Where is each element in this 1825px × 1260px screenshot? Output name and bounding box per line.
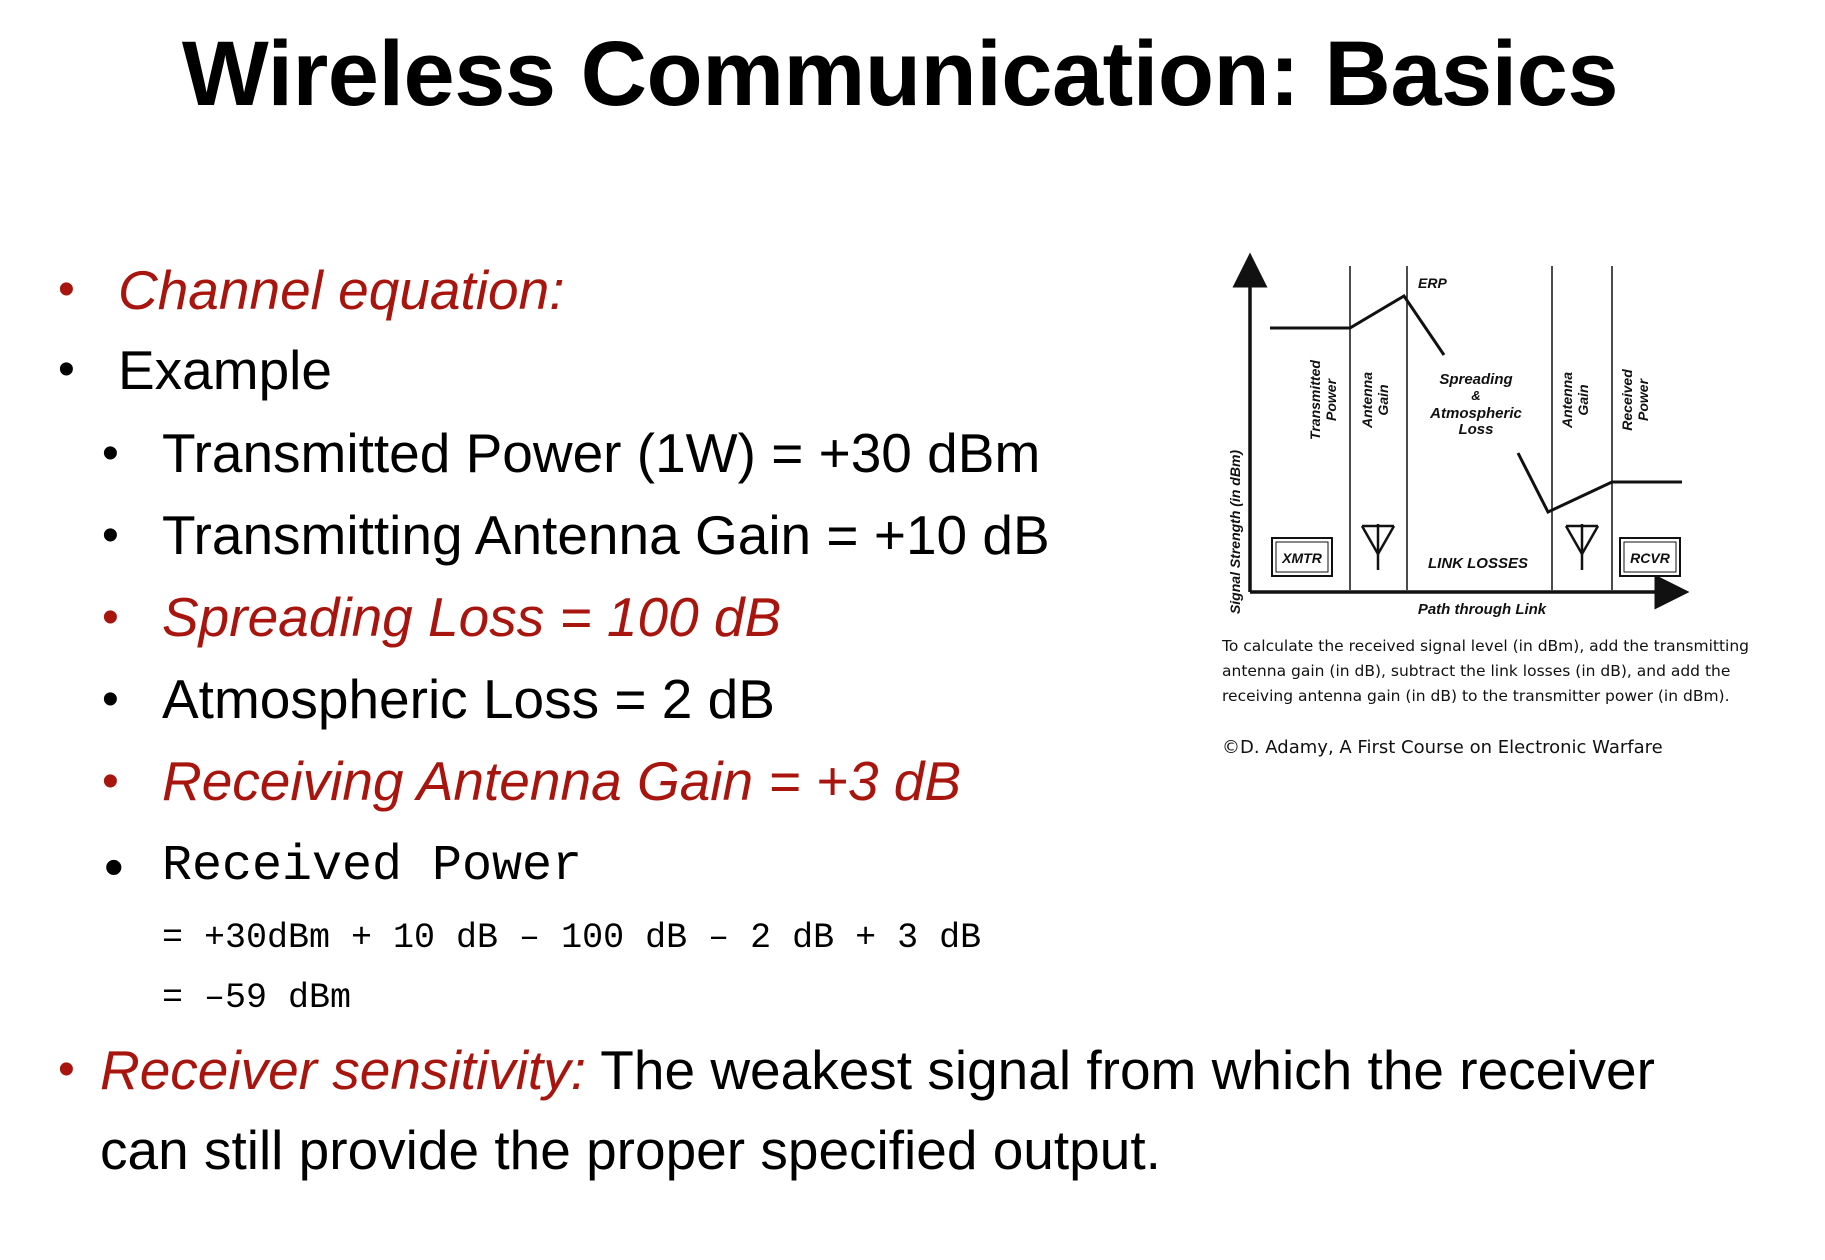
y-axis-label: Signal Strength (in dBm) [1227, 450, 1243, 614]
column-label: Received [1619, 369, 1635, 431]
bullet-dot: • [102, 427, 119, 480]
receiver-sensitivity-definition: The weakest signal from which the receiv… [585, 1039, 1655, 1101]
column-label: Transmitted [1307, 360, 1323, 440]
calculation-line-1: = +30dBm + 10 dB – 100 dB – 2 dB + 3 dB [162, 918, 982, 958]
transmitted-power-item: Transmitted Power (1W) = +30 dBm [162, 422, 1041, 484]
column-label: Atmospheric [1429, 405, 1522, 422]
figure-credit: ©D. Adamy, A First Course on Electronic … [1222, 737, 1663, 758]
received-power-item: Received Power [162, 838, 583, 895]
calculation-line-2: = –59 dBm [162, 978, 352, 1018]
receiver-sensitivity-line-2: can still provide the proper specified o… [100, 1119, 1161, 1181]
column-label: Power [1635, 377, 1651, 421]
tx-antenna-icon [1360, 524, 1396, 570]
column-label: Antenna [1359, 372, 1375, 429]
tx-antenna-gain-item: Transmitting Antenna Gain = +10 dB [162, 504, 1050, 566]
column-label: Antenna [1559, 372, 1575, 429]
bullet-dot: • [58, 1043, 75, 1096]
example-heading: Example [118, 339, 332, 401]
link-losses-label: LINK LOSSES [1428, 555, 1528, 572]
receiver-sensitivity-line-1: Receiver sensitivity: The weakest signal… [100, 1038, 1655, 1102]
figure-caption: To calculate the received signal level (… [1222, 637, 1750, 705]
column-label: Spreading [1439, 371, 1512, 388]
column-label: Loss [1458, 421, 1493, 438]
bullet-dot: • [102, 591, 119, 644]
rx-antenna-icon [1564, 524, 1600, 570]
column-label: & [1471, 388, 1480, 403]
bullet-dot: • [102, 755, 119, 808]
signal-level-trace [1270, 293, 1446, 356]
bullet-dot: • [58, 263, 75, 316]
column-label: Gain [1375, 384, 1391, 415]
column-label: Power [1323, 377, 1339, 421]
bullet-dot: • [58, 343, 75, 396]
slide-title: Wireless Communication: Basics [181, 23, 1619, 125]
x-axis-label: Path through Link [1418, 601, 1547, 618]
xmtr-label: XMTR [1281, 550, 1323, 566]
spreading-loss-item: Spreading Loss = 100 dB [162, 586, 782, 648]
bullet-dot: • [102, 509, 119, 562]
erp-label: ERP [1418, 275, 1447, 291]
channel-equation-heading: Channel equation: [118, 259, 565, 321]
column-label: Gain [1575, 384, 1591, 415]
rx-antenna-gain-item: Receiving Antenna Gain = +3 dB [162, 750, 962, 812]
bullet-dot: • [102, 673, 119, 726]
atmospheric-loss-item: Atmospheric Loss = 2 dB [162, 668, 775, 730]
receiver-sensitivity-term: Receiver sensitivity: [100, 1039, 586, 1101]
rcvr-label: RCVR [1630, 550, 1671, 566]
bullet-dot: • [104, 835, 124, 898]
